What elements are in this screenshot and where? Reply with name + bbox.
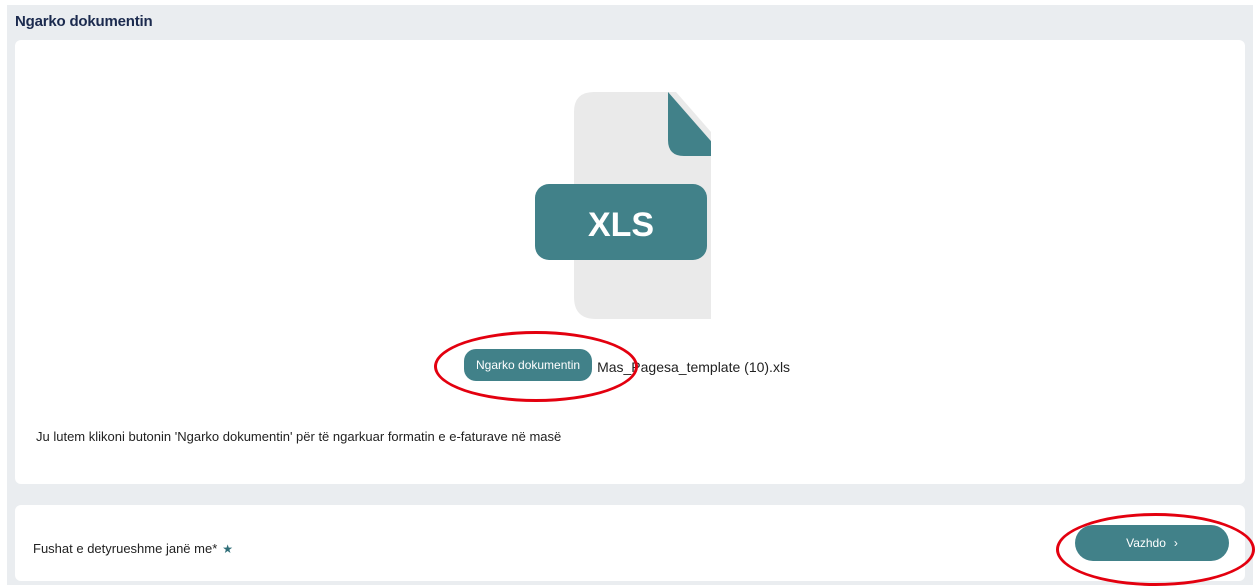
xls-label: XLS <box>588 206 654 244</box>
continue-label: Vazhdo <box>1126 536 1166 550</box>
page-container: Ngarko dokumentin XLS Ngarko dokumentin … <box>7 5 1253 585</box>
upload-row: Ngarko dokumentin Mas_Pagesa_template (1… <box>464 349 790 381</box>
required-fields-text: Fushat e detyrueshme janë me* <box>33 541 218 556</box>
footer-card: Fushat e detyrueshme janë me* ★ Vazhdo › <box>15 505 1245 581</box>
upload-card: XLS Ngarko dokumentin Mas_Pagesa_templat… <box>15 40 1245 484</box>
xls-file-icon: XLS <box>535 92 711 319</box>
page-title: Ngarko dokumentin <box>15 13 153 30</box>
required-fields-note: Fushat e detyrueshme janë me* ★ <box>33 541 233 556</box>
chevron-right-icon: › <box>1173 536 1178 550</box>
star-icon: ★ <box>222 541 234 556</box>
continue-button[interactable]: Vazhdo › <box>1075 525 1229 561</box>
upload-document-button[interactable]: Ngarko dokumentin <box>464 349 593 381</box>
selected-file-name: Mas_Pagesa_template (10).xls <box>597 359 791 375</box>
upload-instruction: Ju lutem klikoni butonin 'Ngarko dokumen… <box>36 429 562 444</box>
